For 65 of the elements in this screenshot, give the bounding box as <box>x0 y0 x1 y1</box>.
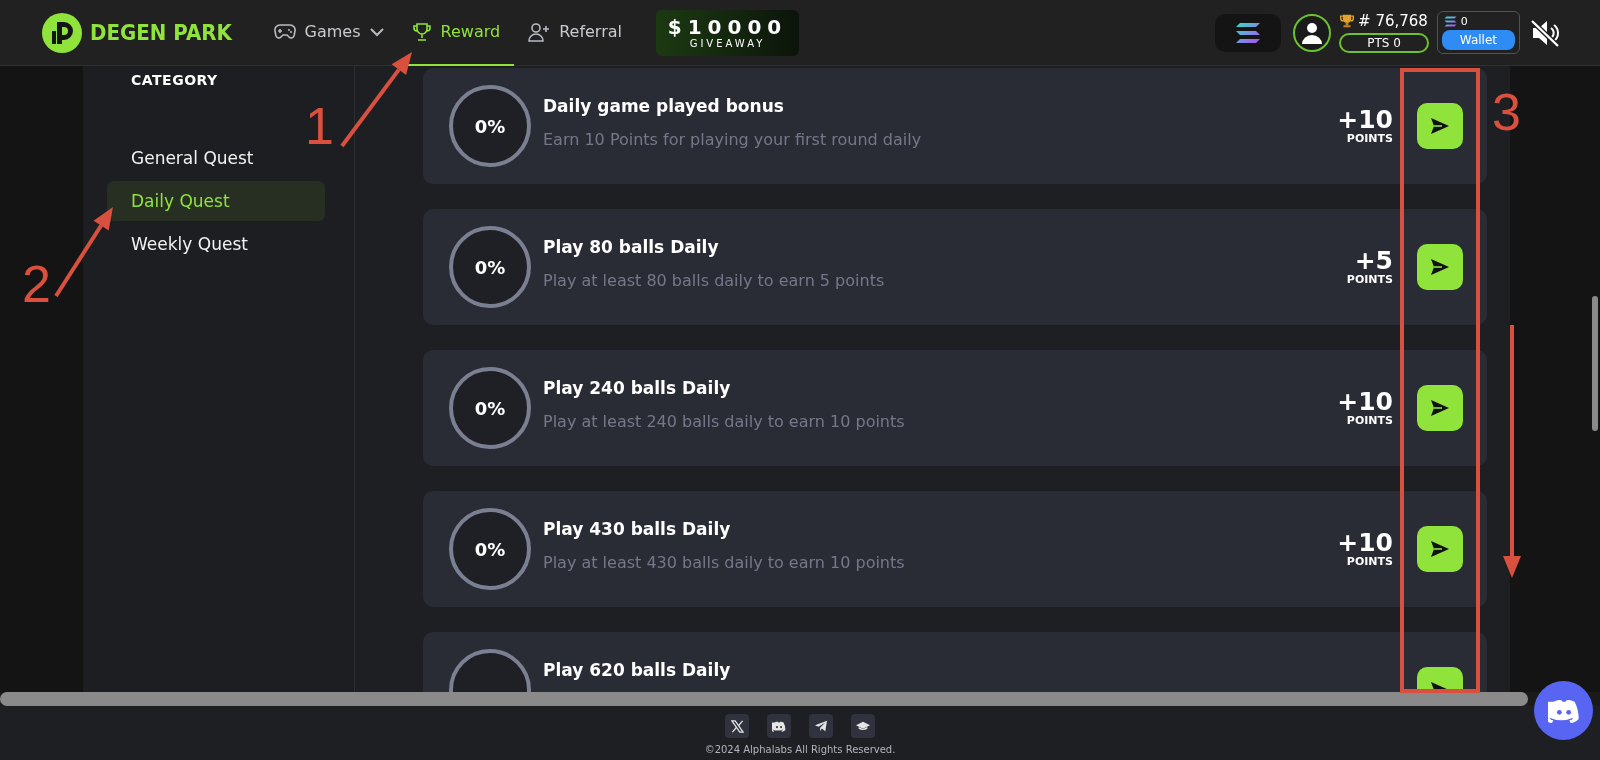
points-value: +10 <box>1337 530 1393 555</box>
quest-title: Daily game played bonus <box>543 96 785 116</box>
trophy-icon <box>1340 14 1355 28</box>
progress-ring: 0% <box>449 508 531 590</box>
network-button[interactable] <box>1215 13 1282 52</box>
points-label: POINTS <box>1346 132 1393 145</box>
sidebar-heading: CATEGORY <box>131 72 219 88</box>
scrollbar-thumb[interactable] <box>0 692 1528 706</box>
x-link[interactable] <box>725 714 749 738</box>
send-icon <box>1430 117 1450 135</box>
scrollbar-thumb[interactable] <box>1592 296 1598 431</box>
quest-description: Play at least 240 balls daily to earn 10 points <box>543 412 906 431</box>
x-icon <box>730 719 744 733</box>
points-value: +10 <box>1337 107 1393 132</box>
points-label: POINTS <box>1346 414 1393 427</box>
quest-title: Play 620 balls Daily <box>543 660 732 680</box>
telegram-icon <box>814 720 828 732</box>
user-icon <box>1302 21 1323 44</box>
discord-link[interactable] <box>767 714 791 738</box>
discord-icon <box>772 720 786 732</box>
start-quest-button[interactable] <box>1417 526 1463 572</box>
add-user-icon <box>528 21 551 42</box>
telegram-link[interactable] <box>809 714 833 738</box>
send-icon <box>1430 399 1450 417</box>
start-quest-button[interactable] <box>1417 385 1463 431</box>
quest-title: Play 80 balls Daily <box>543 237 720 257</box>
send-icon <box>1430 258 1450 276</box>
quest-description: Play at least 80 balls daily to earn 5 points <box>543 271 886 290</box>
profile-button[interactable] <box>1293 13 1332 52</box>
logo-text: DEGEN PARK <box>90 20 232 45</box>
copyright-text: ©2024 Alphalabs All Rights Reserved. <box>704 744 896 755</box>
nav-tab[interactable]: Referral <box>514 0 636 66</box>
annotation-number: 2 <box>22 258 51 310</box>
progress-ring: 0% <box>449 367 531 449</box>
quest-description: Earn 10 Points for playing your first round daily <box>543 130 923 149</box>
annotation-number: 1 <box>305 100 334 152</box>
giveaway-badge[interactable]: $10000 GIVEAWAY <box>656 9 799 56</box>
discord-icon <box>1547 698 1580 723</box>
rank-text: # 76,768 <box>1358 12 1428 30</box>
trophy-icon <box>411 21 432 42</box>
category-item[interactable]: Weekly Quest <box>107 224 325 264</box>
quest-description: Play at least 430 balls daily to earn 10 points <box>543 553 906 572</box>
solana-icon <box>1443 16 1457 27</box>
progress-ring: 0% <box>449 226 531 308</box>
mute-icon[interactable] <box>1530 18 1560 47</box>
points-value: +10 <box>1337 389 1393 414</box>
solana-icon <box>1235 21 1262 44</box>
progress-ring: 0% <box>449 85 531 167</box>
docs-link[interactable] <box>851 714 875 738</box>
gamepad-icon <box>273 23 296 40</box>
graduation-cap-icon <box>856 721 870 731</box>
category-item[interactable]: Daily Quest <box>107 181 325 221</box>
start-quest-button[interactable] <box>1417 103 1463 149</box>
balance-text: 0 <box>1460 15 1468 28</box>
points-label: POINTS <box>1346 555 1393 568</box>
points-label: POINTS <box>1346 273 1393 286</box>
points-value: +5 <box>1354 248 1393 273</box>
points-pill: PTS 0 <box>1339 33 1429 53</box>
send-icon <box>1430 540 1450 558</box>
start-quest-button[interactable] <box>1417 244 1463 290</box>
nav-tab[interactable]: Games <box>259 0 398 66</box>
quest-title: Play 430 balls Daily <box>543 519 732 539</box>
quest-title: Play 240 balls Daily <box>543 378 732 398</box>
annotation-number: 3 <box>1492 86 1521 138</box>
logo-icon <box>42 12 82 53</box>
